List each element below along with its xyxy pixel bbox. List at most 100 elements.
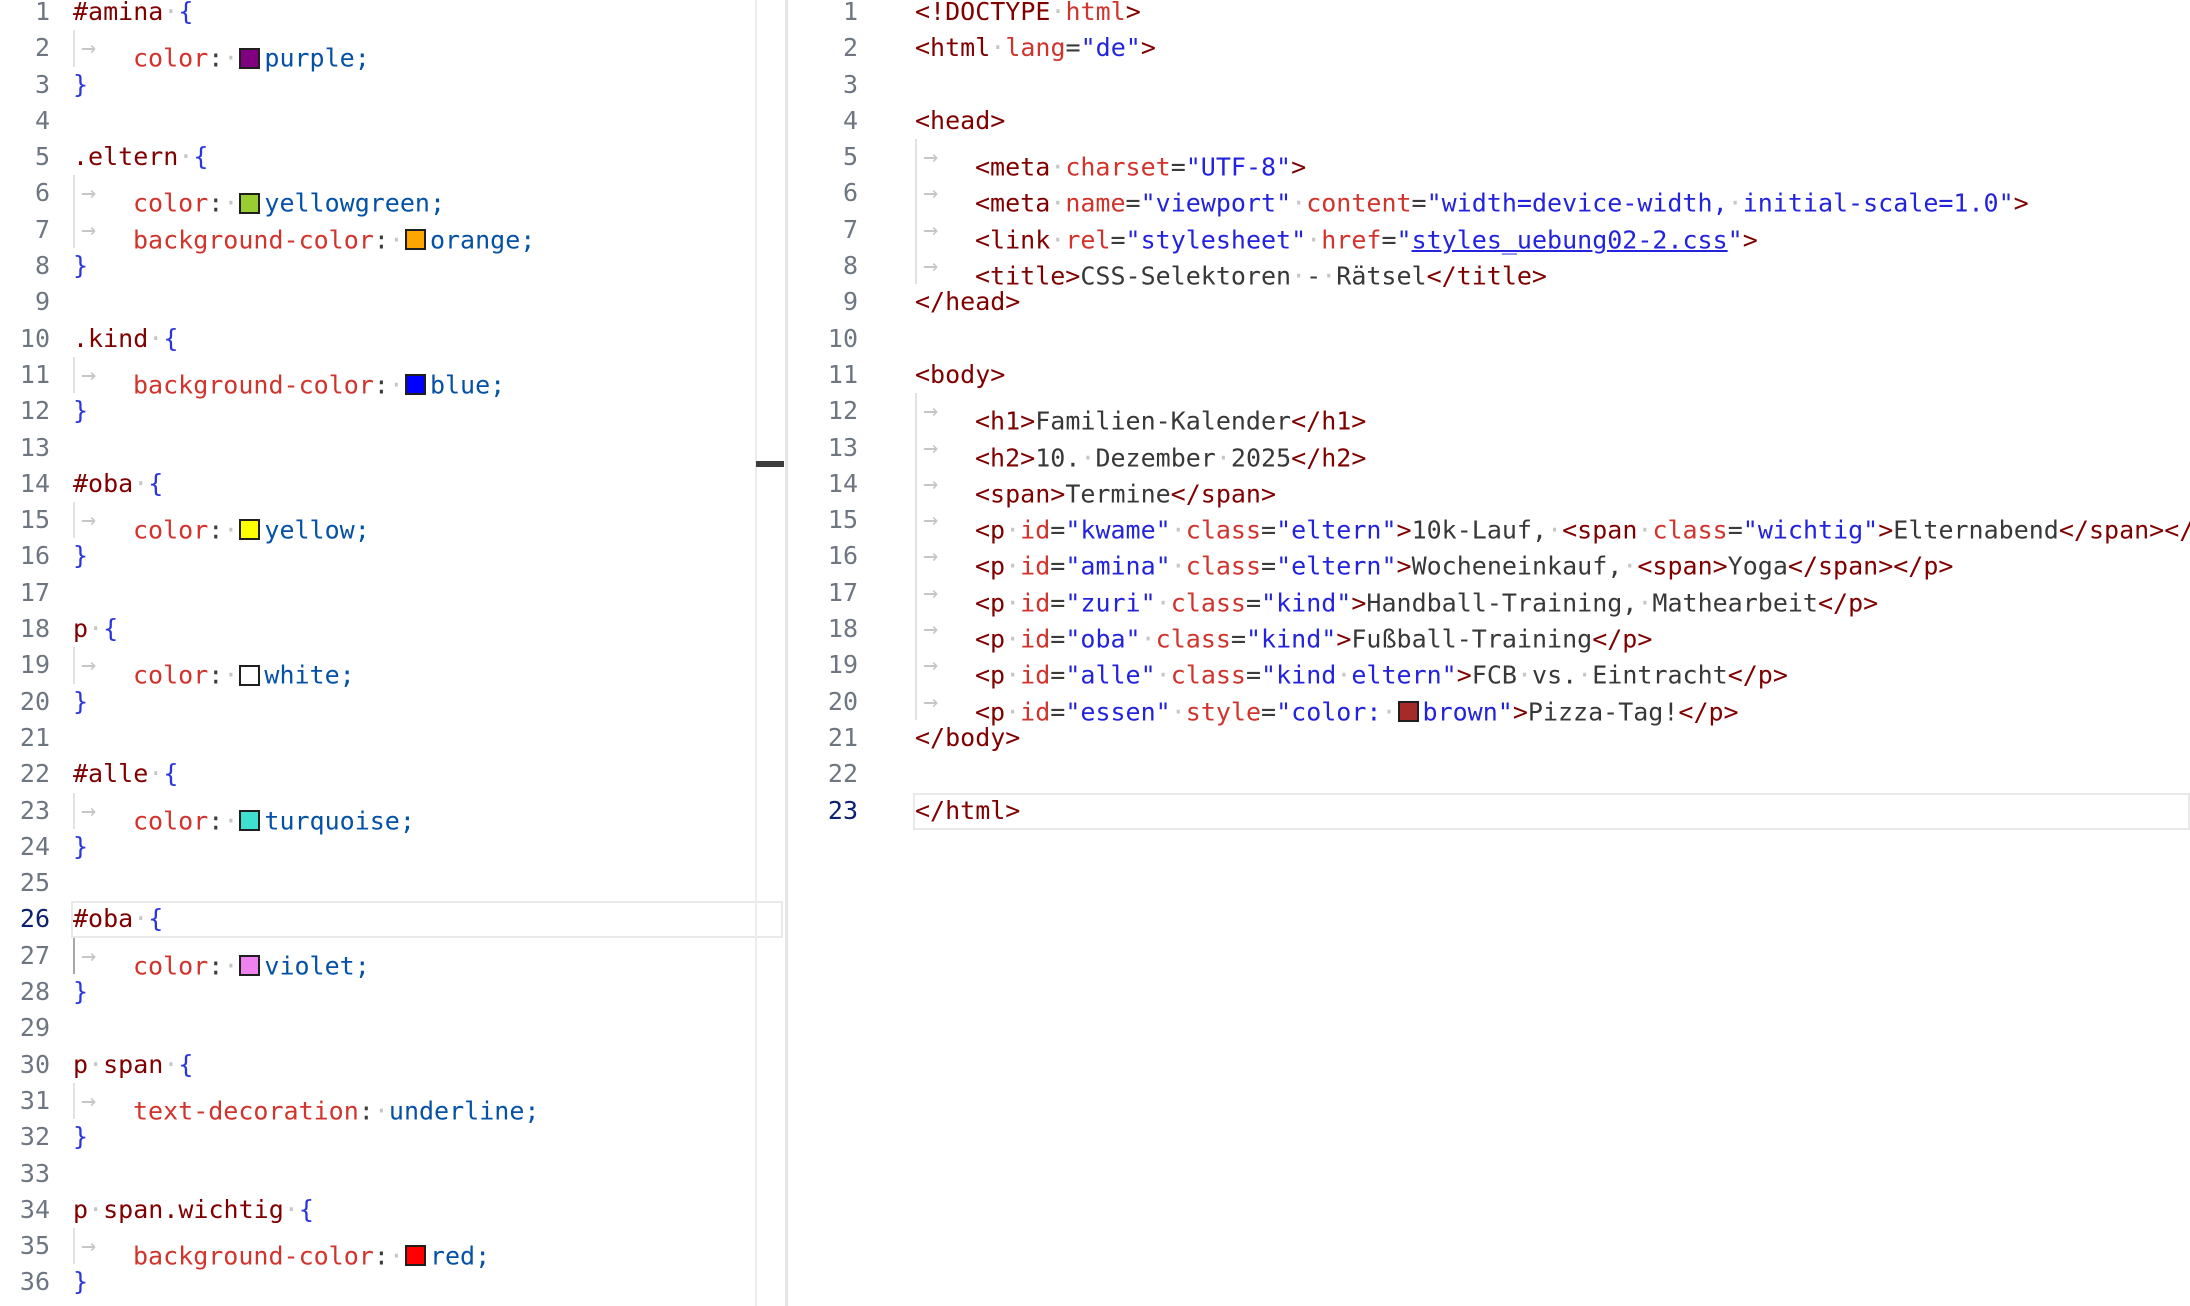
code-text[interactable]: →background-color:·blue; (50, 357, 785, 393)
code-text[interactable]: } (50, 67, 785, 103)
code-line[interactable]: 24} (0, 829, 785, 865)
code-line[interactable]: 23→color:·turquoise; (0, 793, 785, 829)
code-text[interactable]: →<p·id="amina"·class="eltern">Wocheneink… (858, 538, 2190, 574)
color-swatch[interactable] (239, 955, 260, 976)
line-number[interactable]: 25 (0, 865, 50, 901)
line-number[interactable]: 35 (0, 1228, 50, 1264)
code-line[interactable]: 25 (0, 865, 785, 901)
code-line[interactable]: 10.kind·{ (0, 321, 785, 357)
code-line[interactable]: 28} (0, 974, 785, 1010)
line-number[interactable]: 10 (788, 321, 858, 357)
line-number[interactable]: 34 (0, 1192, 50, 1228)
code-line[interactable]: 31→text-decoration:·underline; (0, 1083, 785, 1119)
line-number[interactable]: 9 (0, 284, 50, 320)
line-number[interactable]: 13 (788, 430, 858, 466)
code-line[interactable]: 34p·span.wichtig·{ (0, 1192, 785, 1228)
line-number[interactable]: 16 (0, 538, 50, 574)
code-text[interactable]: →<p·id="zuri"·class="kind">Handball-Trai… (858, 575, 2190, 611)
code-line[interactable]: 4<head> (788, 103, 2190, 139)
html-editor[interactable]: 1<!DOCTYPE·html>2<html·lang="de">34<head… (788, 0, 2190, 1306)
line-number[interactable]: 6 (788, 175, 858, 211)
line-number[interactable]: 26 (0, 901, 50, 937)
code-text[interactable]: } (50, 393, 785, 429)
code-line[interactable]: 8} (0, 248, 785, 284)
code-line[interactable]: 18→<p·id="oba"·class="kind">Fußball-Trai… (788, 611, 2190, 647)
line-number[interactable]: 18 (788, 611, 858, 647)
code-text[interactable]: <!DOCTYPE·html> (858, 0, 2190, 30)
line-number[interactable]: 7 (788, 212, 858, 248)
code-line[interactable]: 6→<meta·name="viewport"·content="width=d… (788, 175, 2190, 211)
code-line[interactable]: 11→background-color:·blue; (0, 357, 785, 393)
line-number[interactable]: 8 (788, 248, 858, 284)
code-line[interactable]: 9 (0, 284, 785, 320)
code-line[interactable]: 21 (0, 720, 785, 756)
code-text[interactable]: p·span.wichtig·{ (50, 1192, 785, 1228)
code-text[interactable]: →background-color:·red; (50, 1228, 785, 1264)
line-number[interactable]: 19 (788, 647, 858, 683)
color-swatch[interactable] (405, 1245, 426, 1266)
code-line[interactable]: 12} (0, 393, 785, 429)
code-text[interactable] (50, 1010, 785, 1046)
code-line[interactable]: 16→<p·id="amina"·class="eltern">Wochenei… (788, 538, 2190, 574)
code-text[interactable]: } (50, 538, 785, 574)
code-text[interactable] (50, 575, 785, 611)
code-line[interactable]: 2<html·lang="de"> (788, 30, 2190, 66)
code-text[interactable] (50, 1156, 785, 1192)
code-line[interactable]: 26#oba·{ (0, 901, 785, 937)
code-text[interactable]: →text-decoration:·underline; (50, 1083, 785, 1119)
line-number[interactable]: 30 (0, 1047, 50, 1083)
code-line[interactable]: 32} (0, 1119, 785, 1155)
code-text[interactable]: </html> (858, 793, 2190, 829)
code-text[interactable]: <head> (858, 103, 2190, 139)
color-swatch[interactable] (239, 48, 260, 69)
color-swatch[interactable] (405, 229, 426, 250)
code-line[interactable]: 9</head> (788, 284, 2190, 320)
line-number[interactable]: 20 (788, 684, 858, 720)
code-text[interactable]: →color:·purple; (50, 30, 785, 66)
code-text[interactable]: →<meta·name="viewport"·content="width=de… (858, 175, 2190, 211)
code-text[interactable]: →<p·id="oba"·class="kind">Fußball-Traini… (858, 611, 2190, 647)
line-number[interactable]: 4 (788, 103, 858, 139)
line-number[interactable]: 16 (788, 538, 858, 574)
code-line[interactable]: 2→color:·purple; (0, 30, 785, 66)
code-line[interactable]: 15→color:·yellow; (0, 502, 785, 538)
css-editor[interactable]: 1#amina·{2→color:·purple;3}45.eltern·{6→… (0, 0, 785, 1306)
code-line[interactable]: 3} (0, 67, 785, 103)
code-line[interactable]: 14→<span>Termine</span> (788, 466, 2190, 502)
line-number[interactable]: 14 (0, 466, 50, 502)
code-line[interactable]: 23</html> (788, 793, 2190, 829)
code-line[interactable]: 5→<meta·charset="UTF-8"> (788, 139, 2190, 175)
code-line[interactable]: 13 (0, 430, 785, 466)
code-line[interactable]: 11<body> (788, 357, 2190, 393)
code-line[interactable]: 29 (0, 1010, 785, 1046)
line-number[interactable]: 18 (0, 611, 50, 647)
code-line[interactable]: 12→<h1>Familien-Kalender</h1> (788, 393, 2190, 429)
line-number[interactable]: 29 (0, 1010, 50, 1046)
code-text[interactable]: →<title>CSS-Selektoren·-·Rätsel</title> (858, 248, 2190, 284)
line-number[interactable]: 11 (0, 357, 50, 393)
code-text[interactable]: .eltern·{ (50, 139, 785, 175)
code-text[interactable] (50, 430, 785, 466)
line-number[interactable]: 1 (0, 0, 50, 30)
code-line[interactable]: 14#oba·{ (0, 466, 785, 502)
code-text[interactable]: →<p·id="essen"·style="color:·brown">Pizz… (858, 684, 2190, 720)
code-text[interactable] (50, 720, 785, 756)
color-swatch[interactable] (239, 519, 260, 540)
line-number[interactable]: 23 (0, 793, 50, 829)
code-text[interactable] (50, 284, 785, 320)
line-number[interactable]: 11 (788, 357, 858, 393)
line-number[interactable]: 20 (0, 684, 50, 720)
line-number[interactable]: 21 (788, 720, 858, 756)
code-line[interactable]: 8→<title>CSS-Selektoren·-·Rätsel</title> (788, 248, 2190, 284)
code-text[interactable] (858, 67, 2190, 103)
code-line[interactable]: 20} (0, 684, 785, 720)
code-line[interactable]: 19→<p·id="alle"·class="kind·eltern">FCB·… (788, 647, 2190, 683)
color-swatch[interactable] (1398, 701, 1419, 722)
color-swatch[interactable] (239, 193, 260, 214)
code-text[interactable]: #oba·{ (50, 901, 785, 937)
line-number[interactable]: 27 (0, 938, 50, 974)
line-number[interactable]: 31 (0, 1083, 50, 1119)
code-line[interactable]: 33 (0, 1156, 785, 1192)
code-line[interactable]: 16} (0, 538, 785, 574)
code-line[interactable]: 21</body> (788, 720, 2190, 756)
